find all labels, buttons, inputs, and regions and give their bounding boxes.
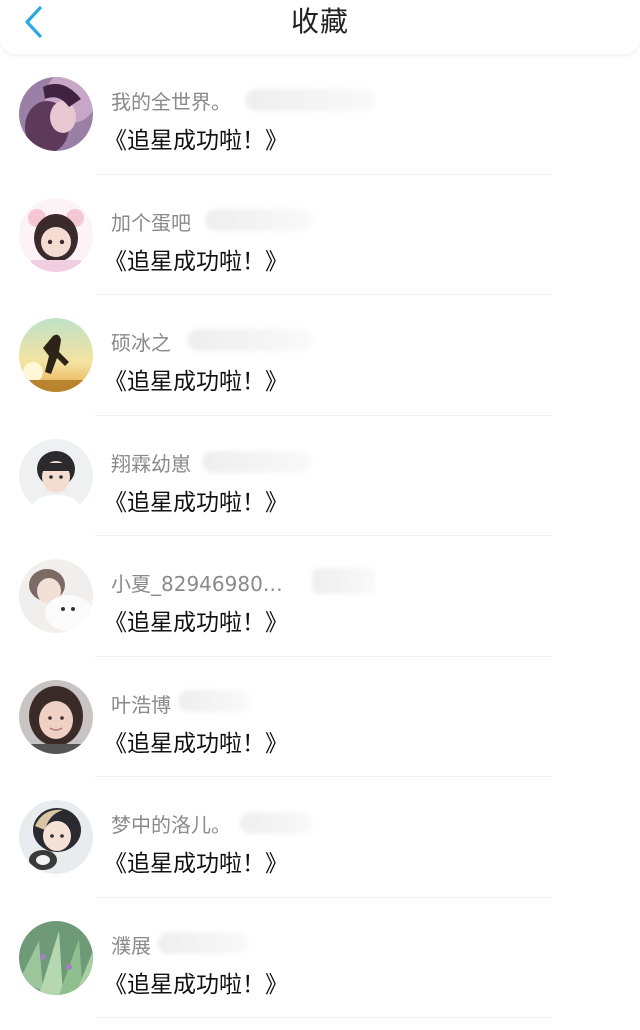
redacted-text	[240, 812, 312, 834]
username: 翔霖幼崽	[111, 451, 191, 476]
redacted-text	[178, 689, 250, 712]
list-item[interactable]: 濮展 《追星成功啦！》	[0, 898, 640, 1018]
avatar[interactable]	[19, 438, 93, 513]
list-item[interactable]: 硕冰之 《追星成功啦！》	[0, 295, 640, 416]
message-title: 《追星成功啦！》	[104, 730, 288, 757]
divider	[95, 1017, 552, 1018]
redacted-text	[313, 568, 375, 594]
username: 小夏_82946980…	[111, 572, 283, 596]
redacted-text	[202, 450, 312, 473]
message-title: 《追星成功啦！》	[104, 128, 288, 154]
avatar[interactable]	[19, 800, 93, 874]
username: 硕冰之	[111, 331, 171, 355]
top-bar: 收藏	[0, 0, 640, 54]
redacted-text	[205, 208, 313, 231]
avatar[interactable]	[19, 197, 93, 272]
list-item[interactable]: 叶浩博 《追星成功啦！》	[0, 657, 640, 777]
list-item[interactable]: 我的全世界。 《追星成功啦！》	[0, 54, 640, 175]
list-item[interactable]: 小夏_82946980… 《追星成功啦！》	[0, 536, 640, 657]
avatar[interactable]	[19, 920, 93, 995]
message-title: 《追星成功啦！》	[104, 248, 288, 275]
username: 叶浩博	[111, 692, 171, 717]
username: 加个蛋吧	[111, 210, 191, 235]
list-item[interactable]: 梦中的洛儿。 《追星成功啦！》	[0, 777, 640, 898]
username: 我的全世界。	[111, 90, 231, 114]
username: 濮展	[111, 933, 151, 958]
avatar[interactable]	[19, 318, 93, 392]
avatar[interactable]	[19, 559, 93, 633]
page-title: 收藏	[290, 5, 349, 38]
message-title: 《追星成功啦！》	[104, 971, 288, 998]
avatar[interactable]	[19, 679, 93, 754]
list-item[interactable]: 翔霖幼崽 《追星成功啦！》	[0, 416, 640, 536]
redacted-text	[245, 89, 375, 111]
username: 梦中的洛儿。	[111, 813, 231, 837]
back-button[interactable]	[14, 2, 54, 42]
redacted-text	[187, 329, 312, 351]
list-item[interactable]: 加个蛋吧 《追星成功啦！》	[0, 175, 640, 295]
message-title: 《追星成功啦！》	[104, 610, 288, 636]
avatar[interactable]	[19, 77, 93, 151]
message-title: 《追星成功啦！》	[104, 851, 288, 877]
message-title: 《追星成功啦！》	[104, 489, 288, 516]
message-title: 《追星成功啦！》	[104, 369, 288, 395]
chevron-left-icon	[25, 6, 42, 38]
favorites-list: 我的全世界。 《追星成功啦！》 加个蛋吧 《追星成功啦！》 硕冰之 《追星成功啦…	[0, 54, 640, 1018]
redacted-text	[158, 931, 248, 954]
